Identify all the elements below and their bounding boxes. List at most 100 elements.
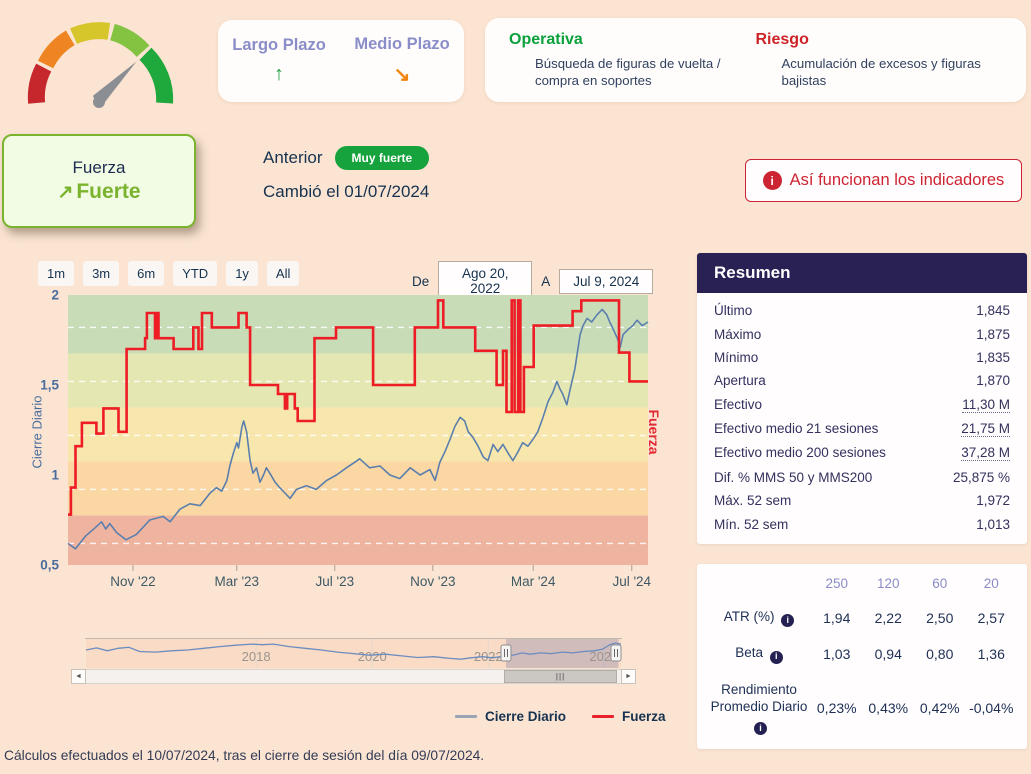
summary-row: Apertura 1,870 xyxy=(697,369,1027,392)
navigator-right-handle[interactable] xyxy=(611,645,621,661)
svg-text:Mar '24: Mar '24 xyxy=(511,574,556,589)
summary-row-value[interactable]: 11,30 M xyxy=(962,397,1010,413)
previous-status-row: Anterior Muy fuerte xyxy=(263,146,429,170)
stats-grid: 2501206020ATR (%) i1,942,222,502,57Beta … xyxy=(707,576,1017,735)
stats-value: 0,43% xyxy=(863,700,915,716)
scrollbar-thumb[interactable]: ||| xyxy=(504,670,616,683)
svg-text:Nov '23: Nov '23 xyxy=(410,574,455,589)
stats-header-60: 60 xyxy=(914,576,966,591)
scrollbar-track[interactable]: ||| xyxy=(86,669,621,684)
gauge-icon xyxy=(12,6,192,110)
summary-title: Resumen xyxy=(697,253,1027,293)
svg-text:1: 1 xyxy=(51,468,59,483)
operativa-desc: Búsqueda de figuras de vuelta / compra e… xyxy=(535,56,756,89)
stats-value: 1,03 xyxy=(811,646,863,662)
summary-row-value[interactable]: 21,75 M xyxy=(961,421,1010,437)
svg-text:1,5: 1,5 xyxy=(40,378,59,393)
summary-row-value: 1,013 xyxy=(976,517,1010,532)
summary-row-value: 1,972 xyxy=(976,493,1010,508)
summary-row: Efectivo medio 21 sesiones 21,75 M xyxy=(697,417,1027,441)
y-axis-title: Cierre Diario xyxy=(30,396,45,469)
riesgo-block: Riesgo Acumulación de excesos y figuras … xyxy=(756,31,1003,89)
svg-text:Nov '22: Nov '22 xyxy=(110,574,155,589)
range-button-1y[interactable]: 1y xyxy=(226,261,258,286)
summary-row-value: 25,875 % xyxy=(953,470,1010,485)
summary-panel: Resumen Último1,845Máximo1,875Mínimo1,83… xyxy=(697,253,1027,544)
summary-row: Mínimo1,835 xyxy=(697,346,1027,369)
info-icon[interactable]: i xyxy=(754,722,767,735)
range-button-all[interactable]: All xyxy=(267,261,299,286)
svg-text:2018: 2018 xyxy=(242,649,271,664)
summary-row-label: Mín. 52 sem xyxy=(714,517,788,532)
range-button-1m[interactable]: 1m xyxy=(38,261,74,286)
stats-value: 1,94 xyxy=(811,610,863,626)
summary-row: Máximo1,875 xyxy=(697,322,1027,345)
info-button-label: Así funcionan los indicadores xyxy=(790,171,1005,190)
main-chart[interactable]: 21,510,5Nov '22Mar '23Jul '23Nov '23Mar … xyxy=(28,287,660,594)
stats-value: 0,23% xyxy=(811,700,863,716)
stats-value: 2,57 xyxy=(966,610,1018,626)
legend-item-cierre-diario[interactable]: Cierre Diario xyxy=(455,709,566,724)
summary-row: Mín. 52 sem 1,013 xyxy=(697,512,1027,535)
summary-row: Máx. 52 sem 1,972 xyxy=(697,489,1027,512)
summary-row-label: Último xyxy=(714,303,752,318)
summary-row-label: Máx. 52 sem xyxy=(714,493,791,508)
navigator-left-handle[interactable] xyxy=(501,645,511,661)
scrollbar-right-arrow[interactable]: ► xyxy=(621,669,636,684)
summary-row-value[interactable]: 37,28 M xyxy=(961,445,1010,461)
summary-row-label: Apertura xyxy=(714,373,766,388)
info-icon[interactable]: i xyxy=(770,651,783,664)
legend-swatch-icon xyxy=(455,715,477,718)
riesgo-desc: Acumulación de excesos y figuras bajista… xyxy=(782,56,1003,89)
scrollbar-left-arrow[interactable]: ◄ xyxy=(71,669,86,684)
summary-row: Efectivo medio 200 sesiones 37,28 M xyxy=(697,441,1027,465)
info-icon[interactable]: i xyxy=(781,614,794,627)
previous-label: Anterior xyxy=(263,148,323,168)
legend-swatch-icon xyxy=(592,715,614,718)
svg-text:2020: 2020 xyxy=(358,649,387,664)
summary-row: Dif. % MMS 50 y MMS200 25,875 % xyxy=(697,466,1027,489)
chart-legend: Cierre Diario Fuerza xyxy=(455,709,666,724)
operativa-block: Operativa Búsqueda de figuras de vuelta … xyxy=(509,31,756,89)
stats-value: 0,94 xyxy=(863,646,915,662)
svg-text:Jul '24: Jul '24 xyxy=(612,574,651,589)
operativa-riesgo-card: Operativa Búsqueda de figuras de vuelta … xyxy=(485,18,1026,102)
stats-value: -0,04% xyxy=(966,700,1018,716)
svg-text:2: 2 xyxy=(51,288,59,303)
term-trends-card: Largo Plazo ↑ Medio Plazo ↘ xyxy=(218,20,464,102)
stats-header-120: 120 xyxy=(863,576,915,591)
stats-value: 0,42% xyxy=(914,700,966,716)
range-button-ytd[interactable]: YTD xyxy=(173,261,217,286)
summary-row-label: Efectivo medio 200 sesiones xyxy=(714,445,886,461)
previous-status-badge: Muy fuerte xyxy=(335,146,430,170)
legend-item-fuerza[interactable]: Fuerza xyxy=(592,709,666,724)
range-button-3m[interactable]: 3m xyxy=(83,261,119,286)
stats-table-card: 2501206020ATR (%) i1,942,222,502,57Beta … xyxy=(697,564,1027,749)
legend-label: Cierre Diario xyxy=(485,709,566,724)
fuerza-status-card[interactable]: Fuerza ↗Fuerte xyxy=(2,134,196,228)
legend-label: Fuerza xyxy=(622,709,666,724)
dashboard: Largo Plazo ↑ Medio Plazo ↘ Operativa Bú… xyxy=(0,0,1031,774)
summary-rows: Último1,845Máximo1,875Mínimo1,835Apertur… xyxy=(697,293,1027,544)
changed-date-text: Cambió el 01/07/2024 xyxy=(263,182,429,202)
summary-row-value: 1,870 xyxy=(976,373,1010,388)
chart-scrollbar: ◄ ||| ► xyxy=(71,669,636,684)
stats-value: 1,36 xyxy=(966,646,1018,662)
summary-row-label: Dif. % MMS 50 y MMS200 xyxy=(714,470,872,485)
svg-text:0,5: 0,5 xyxy=(40,558,59,573)
stats-value: 2,50 xyxy=(914,610,966,626)
operativa-title: Operativa xyxy=(509,31,756,49)
stats-value: 0,80 xyxy=(914,646,966,662)
summary-row-value: 1,875 xyxy=(976,327,1010,342)
y2-axis-title: Fuerza xyxy=(646,409,662,454)
stats-row-label: Rendimiento Promedio Diario i xyxy=(707,681,811,735)
how-indicators-work-button[interactable]: i Así funcionan los indicadores xyxy=(745,159,1022,202)
summary-row: Último1,845 xyxy=(697,299,1027,322)
down-right-arrow-icon: ↘ xyxy=(354,62,449,87)
summary-row-label: Efectivo medio 21 sesiones xyxy=(714,421,878,437)
up-right-arrow-icon: ↗ xyxy=(57,182,73,203)
range-button-6m[interactable]: 6m xyxy=(128,261,164,286)
long-term-block: Largo Plazo ↑ xyxy=(232,36,326,86)
mid-term-label: Medio Plazo xyxy=(354,35,449,54)
info-icon: i xyxy=(763,171,782,190)
